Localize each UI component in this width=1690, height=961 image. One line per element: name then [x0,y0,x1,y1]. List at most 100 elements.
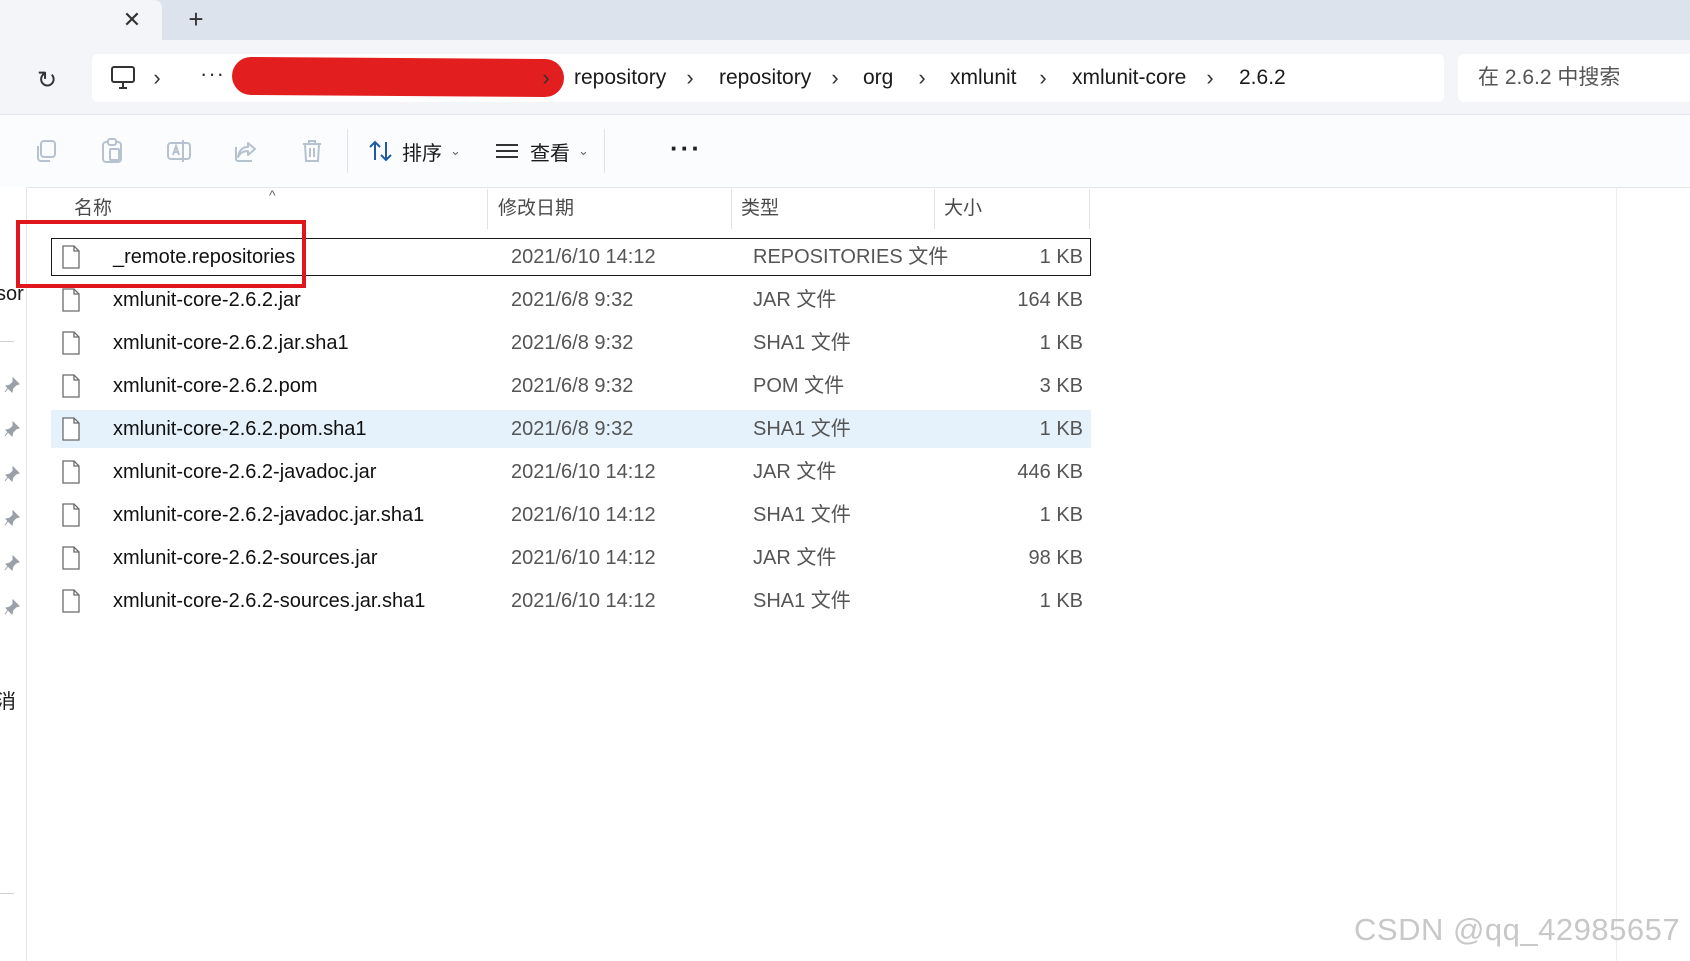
file-row[interactable]: xmlunit-core-2.6.2-javadoc.jar 2021/6/10 … [51,453,1091,491]
file-icon [62,546,80,570]
sort-ascending-icon: ^ [269,187,276,203]
column-separator[interactable] [731,189,732,229]
toolbar-divider [347,129,348,173]
refresh-icon[interactable]: ↻ [30,64,64,98]
search-box[interactable] [1458,54,1690,102]
file-type: SHA1 文件 [753,504,851,526]
column-header-size[interactable]: 大小 [944,187,982,231]
file-row[interactable]: xmlunit-core-2.6.2.pom 2021/6/8 9:32 POM 文… [51,367,1091,405]
pin-icon [4,421,20,437]
chevron-right-icon[interactable]: › [538,64,554,92]
pin-icon [4,555,20,571]
breadcrumb[interactable]: › ··· › repository › repository › org › … [92,54,1444,102]
share-icon[interactable] [232,137,260,165]
search-input[interactable] [1478,54,1688,102]
paste-icon[interactable] [98,137,126,165]
file-date: 2021/6/10 14:12 [511,504,656,526]
file-name: xmlunit-core-2.6.2-javadoc.jar [113,461,377,483]
pin-icon [4,377,20,393]
close-tab-icon[interactable]: ✕ [116,4,148,36]
file-type: SHA1 文件 [753,590,851,612]
file-size: 1 KB [1039,504,1083,526]
active-tab[interactable]: ✕ [0,0,162,42]
file-type: POM 文件 [753,375,845,397]
file-type: JAR 文件 [753,461,837,483]
navigation-pane: sor 消 [0,187,27,961]
nav-divider [0,893,14,894]
chevron-right-icon[interactable]: › [682,64,698,92]
nav-item-clipped[interactable]: 消 [0,685,16,714]
breadcrumb-item-repository[interactable]: repository [719,64,811,92]
tab-strip: ✕ + [0,0,1690,42]
file-size: 1 KB [1039,332,1083,354]
file-type: JAR 文件 [753,289,837,311]
file-row[interactable]: xmlunit-core-2.6.2-sources.jar 2021/6/10 … [51,539,1091,577]
column-header-type[interactable]: 类型 [741,187,779,231]
breadcrumb-item-xmlunit-core[interactable]: xmlunit-core [1072,64,1186,92]
file-size: 446 KB [1017,461,1083,483]
breadcrumb-more-button[interactable]: ··· [200,60,225,88]
file-icon [62,374,80,398]
view-icon [496,144,518,158]
file-type: SHA1 文件 [753,418,851,440]
sort-button[interactable]: 排序 ⌄ [368,133,461,169]
annotation-highlight-box [16,220,306,288]
breadcrumb-item-org[interactable]: org [863,64,893,92]
file-name: xmlunit-core-2.6.2.pom.sha1 [113,418,367,440]
breadcrumb-item-repository[interactable]: repository [574,64,666,92]
file-date: 2021/6/8 9:32 [511,375,634,397]
address-bar: ↻ › ··· › repository › repository › org … [0,40,1690,114]
redaction-mark [231,56,565,98]
file-row[interactable]: xmlunit-core-2.6.2-javadoc.jar.sha1 2021/… [51,496,1091,534]
column-header-date[interactable]: 修改日期 [498,187,574,231]
breadcrumb-item-2-6-2[interactable]: 2.6.2 [1239,64,1286,92]
file-icon [62,288,80,312]
new-tab-icon[interactable]: + [180,4,212,36]
file-name: xmlunit-core-2.6.2-sources.jar [113,547,378,569]
chevron-down-icon: ⌄ [450,143,461,158]
file-icon [62,503,80,527]
file-name: xmlunit-core-2.6.2.jar.sha1 [113,332,349,354]
column-separator[interactable] [934,189,935,229]
pin-icon [4,466,20,482]
chevron-right-icon[interactable]: › [1035,64,1051,92]
details-pane-divider [1616,187,1617,961]
file-date: 2021/6/8 9:32 [511,289,634,311]
sort-label: 排序 [402,142,442,165]
chevron-down-icon: ⌄ [578,143,589,158]
rename-icon[interactable] [165,137,193,165]
command-toolbar: 排序 ⌄ 查看 ⌄ ··· [0,114,1690,188]
file-date: 2021/6/8 9:32 [511,332,634,354]
file-name: xmlunit-core-2.6.2-javadoc.jar.sha1 [113,504,425,526]
pin-icon [4,510,20,526]
file-size: 1 KB [1039,246,1083,268]
chevron-right-icon[interactable]: › [827,64,843,92]
view-label: 查看 [530,142,570,165]
file-row[interactable]: xmlunit-core-2.6.2.jar.sha1 2021/6/8 9:32… [51,324,1091,362]
nav-divider [0,341,14,342]
chevron-right-icon[interactable]: › [914,64,930,92]
view-button[interactable]: 查看 ⌄ [494,133,589,169]
delete-icon[interactable] [298,137,326,165]
chevron-right-icon[interactable]: › [1202,64,1218,92]
column-separator[interactable] [1089,189,1090,229]
breadcrumb-item-xmlunit[interactable]: xmlunit [950,64,1017,92]
copy-icon[interactable] [32,137,60,165]
file-row[interactable]: xmlunit-core-2.6.2-sources.jar.sha1 2021/… [51,582,1091,620]
this-pc-icon[interactable] [110,64,136,92]
watermark: CSDN @qq_42985657 [1354,912,1681,947]
toolbar-divider [604,129,605,173]
file-icon [62,331,80,355]
file-type: REPOSITORIES 文件 [753,246,949,268]
file-icon [62,589,80,613]
file-list: 名称 ^ 修改日期 类型 大小 _remote.repositories 2021… [27,187,1617,961]
file-name: xmlunit-core-2.6.2-sources.jar.sha1 [113,590,426,612]
file-size: 98 KB [1028,547,1083,569]
chevron-right-icon[interactable]: › [149,64,165,92]
file-date: 2021/6/8 9:32 [511,418,634,440]
column-separator[interactable] [487,189,488,229]
file-row[interactable]: xmlunit-core-2.6.2.pom.sha1 2021/6/8 9:32… [51,410,1091,448]
more-options-button[interactable]: ··· [670,133,702,163]
file-name: xmlunit-core-2.6.2.pom [113,375,318,397]
file-type: JAR 文件 [753,547,837,569]
